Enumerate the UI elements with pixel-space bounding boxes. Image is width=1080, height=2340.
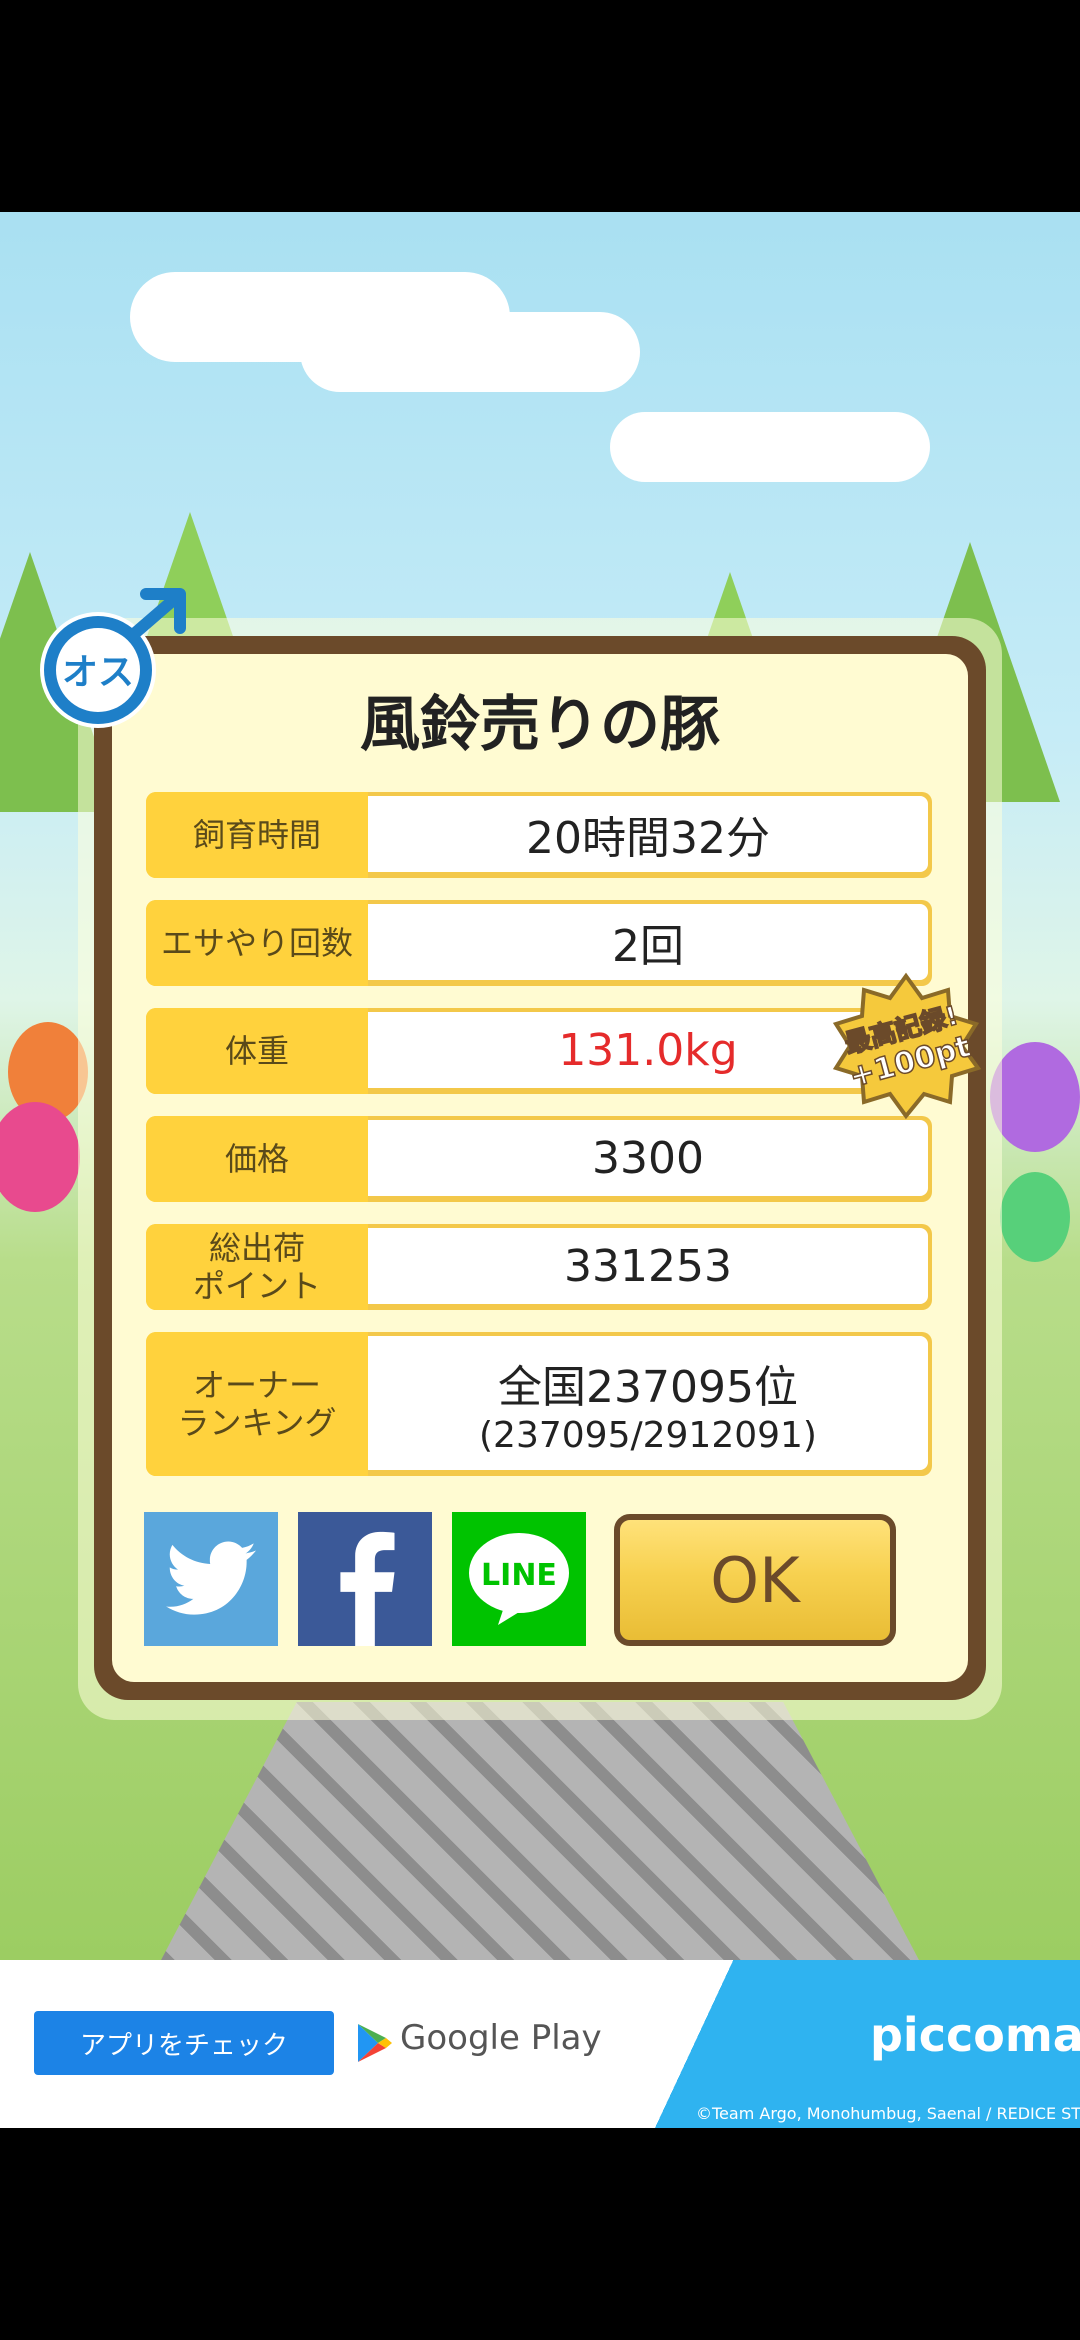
ad-brand-logo: piccoma (870, 2008, 1080, 2062)
male-symbol-icon: オス (40, 588, 186, 728)
stat-label: 体重 (146, 1008, 368, 1094)
svg-text:オス: オス (62, 652, 134, 693)
stat-value: 20時間32分 (368, 796, 928, 872)
stat-row-raising-time: 飼育時間 20時間32分 (146, 792, 932, 878)
stat-row-feed-count: エサやり回数 2回 (146, 900, 932, 986)
record-badge: 最高記録! +100pt (826, 972, 986, 1132)
stat-label: エサやり回数 (146, 900, 368, 986)
pig-name-title: 風鈴売りの豚 (360, 690, 720, 760)
twitter-share-button[interactable] (144, 1512, 278, 1646)
ad-banner[interactable]: アプリをチェック Google Play piccoma ©Team Argo,… (0, 1960, 1080, 2128)
stat-value: 331253 (368, 1228, 928, 1304)
google-play-icon (358, 2024, 392, 2062)
ok-button[interactable]: OK (614, 1514, 896, 1646)
gender-badge: オス (36, 586, 192, 734)
cobblestone-road (160, 1702, 920, 1960)
balloon (0, 1102, 80, 1212)
stat-value: 全国237095位 (237095/2912091) (368, 1336, 928, 1470)
stat-label: オーナー ランキング (146, 1332, 368, 1476)
cloud (300, 312, 640, 392)
ad-credit: ©Team Argo, Monohumbug, Saenal / REDICE … (696, 2104, 1080, 2123)
stat-row-shipping-points: 総出荷 ポイント 331253 (146, 1224, 932, 1310)
google-play-label: Google Play (400, 2018, 602, 2058)
stat-value: 2回 (368, 904, 928, 980)
stat-label: 価格 (146, 1116, 368, 1202)
ad-check-app-button[interactable]: アプリをチェック (34, 2011, 334, 2075)
starburst-badge-icon: 最高記録! +100pt (832, 972, 982, 1120)
balloon (1000, 1172, 1070, 1262)
balloon (990, 1042, 1080, 1152)
twitter-bird-icon (166, 1541, 256, 1615)
svg-text:LINE: LINE (481, 1558, 557, 1593)
stat-row-weight: 体重 131.0kg (146, 1008, 932, 1094)
cloud (610, 412, 930, 482)
line-icon: LINE (469, 1533, 569, 1625)
facebook-share-button[interactable] (298, 1512, 432, 1646)
stat-label: 総出荷 ポイント (146, 1224, 368, 1310)
stat-row-owner-ranking: オーナー ランキング 全国237095位 (237095/2912091) (146, 1332, 932, 1476)
stat-row-price: 価格 3300 (146, 1116, 932, 1202)
stat-label: 飼育時間 (146, 792, 368, 878)
facebook-f-icon (340, 1531, 395, 1646)
line-share-button[interactable]: LINE (452, 1512, 586, 1646)
